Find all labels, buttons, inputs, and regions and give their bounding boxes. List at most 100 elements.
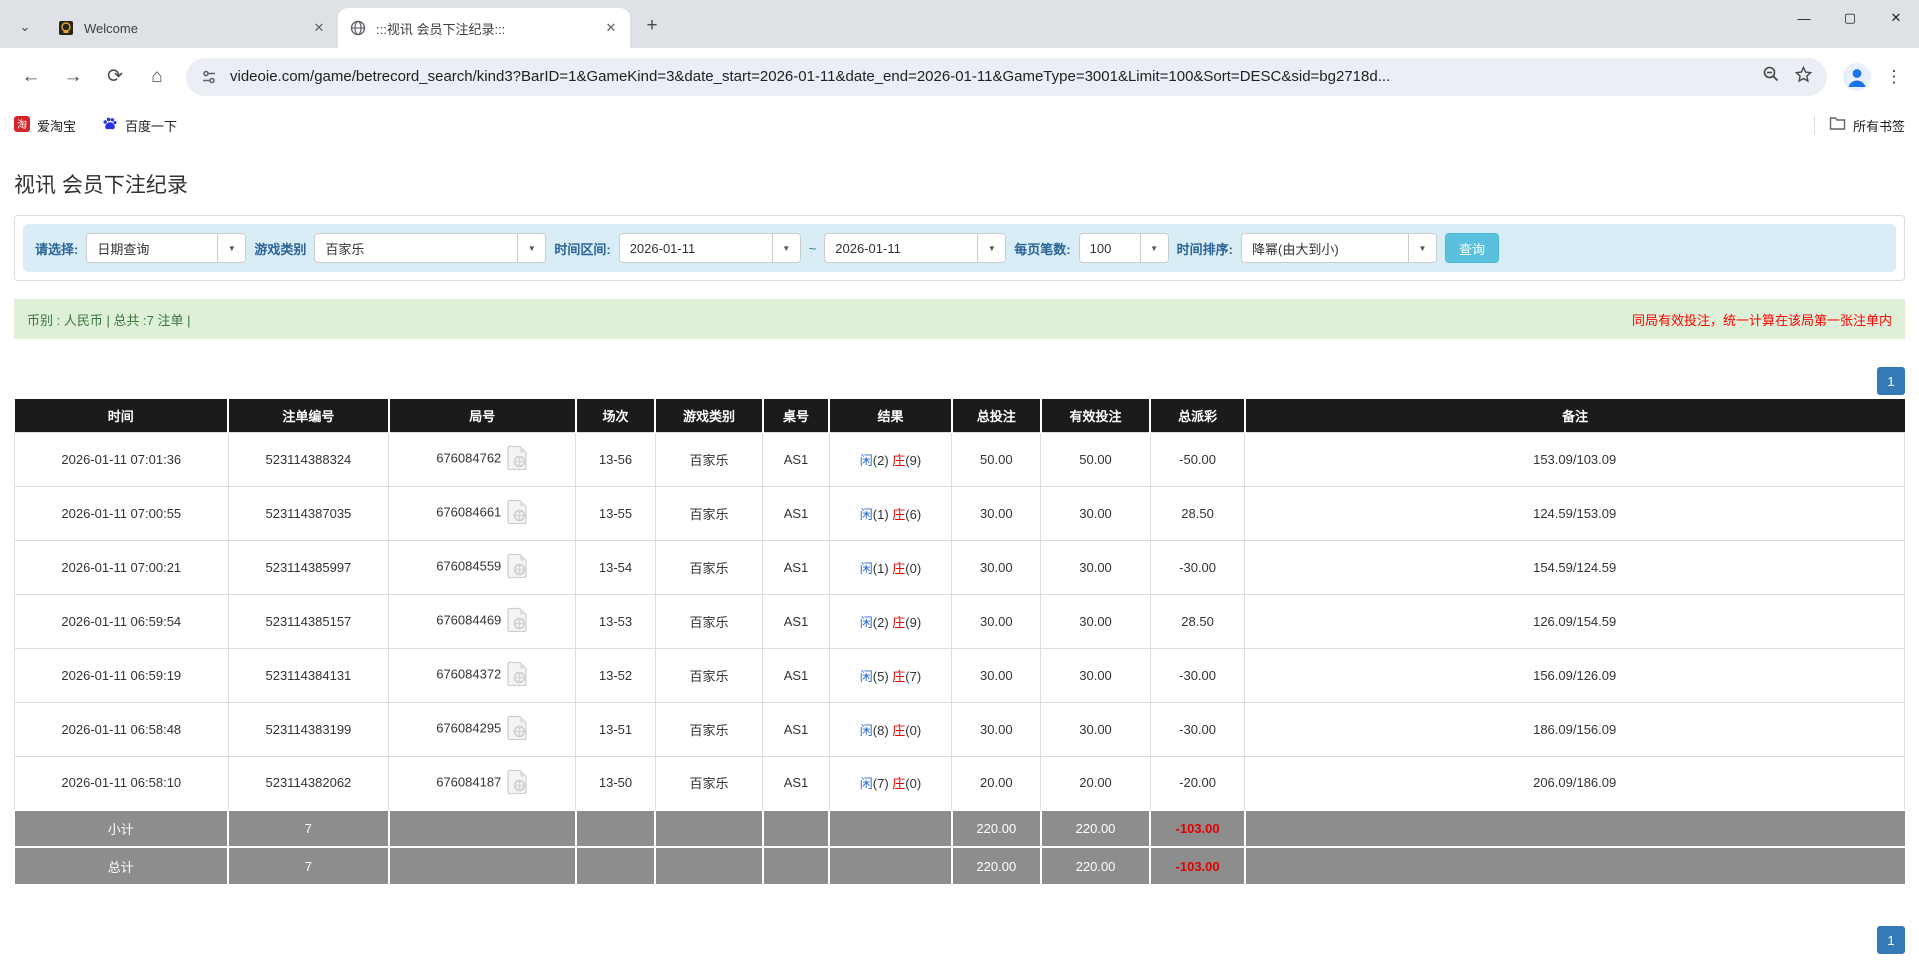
valid-bet-note: 同局有效投注，统一计算在该局第一张注单内 [1631,312,1892,328]
url-bar[interactable]: videoie.com/game/betrecord_search/kind3?… [186,57,1827,96]
page-1-button[interactable]: 1 [1877,926,1905,954]
table-row: 2026-01-11 06:59:54 523114385157 6760844… [14,593,1905,649]
time-sort-select[interactable]: 降幂(由大到小) ▼ [1240,233,1437,263]
cell-valid-bet: 30.00 [1040,647,1151,703]
summary-total-bet: 220.00 [950,846,1041,884]
forward-icon[interactable]: → [56,60,90,94]
cell-total-bet: 30.00 [951,701,1042,757]
cell-session: 13-56 [575,431,656,487]
column-header: 有效投注 [1039,399,1151,432]
cell-payout: -50.00 [1149,431,1246,487]
video-replay-icon[interactable] [507,553,528,581]
video-replay-icon[interactable] [507,499,528,527]
window-minimize-button[interactable]: — [1781,0,1827,36]
column-header: 备注 [1243,399,1905,432]
video-replay-icon[interactable] [507,715,528,743]
bookmark-baidu[interactable]: 百度一下 [102,116,177,135]
chevron-down-icon[interactable]: ▼ [517,234,546,262]
cell-session: 13-55 [575,485,656,541]
date-tilde: ~ [808,240,817,256]
tab-welcome[interactable]: Welcome ✕ [46,8,339,48]
folder-icon [1829,116,1846,134]
cell-result: 闲(2) 庄(9) [828,431,953,487]
video-replay-icon[interactable] [507,661,528,689]
column-header: 时间 [14,399,229,432]
summary-payout: -103.00 [1149,809,1245,847]
bet-record-table: 时间 注单编号 局号 场次 游戏类别 桌号 结果 总投注 有效投注 总派彩 备注 2026-01-1… [14,399,1905,884]
cell-valid-bet: 30.00 [1040,539,1151,595]
query-type-select[interactable]: 日期查询 ▼ [86,233,247,263]
select-type-label: 请选择: [35,241,79,257]
home-icon[interactable]: ⌂ [140,60,174,94]
date-end-select[interactable]: 2026-01-11 ▼ [824,233,1007,263]
window-maximize-button[interactable]: ▢ [1827,0,1873,36]
cell-session: 13-53 [575,593,656,649]
video-replay-icon[interactable] [507,769,528,797]
cell-time: 2026-01-11 06:59:19 [14,647,229,703]
table-summary-row: 总计 7 220.00 220.00 -103.00 [14,846,1905,884]
back-icon[interactable]: ← [14,60,48,94]
video-replay-icon[interactable] [507,607,528,635]
cell-result: 闲(7) 庄(0) [828,755,953,811]
cell-payout: -30.00 [1149,647,1246,703]
cell-round-id: 676084187 [388,755,577,811]
summary-bar: 币别 : 人民币 | 总共 :7 注单 | 同局有效投注，统一计算在该局第一张注… [14,299,1905,339]
bookmark-star-icon[interactable] [1794,65,1813,89]
cell-payout: -30.00 [1149,539,1246,595]
globe-favicon-icon [350,20,366,36]
bookmarks-separator [1813,116,1815,134]
chevron-down-icon[interactable]: ▼ [1407,234,1436,262]
chevron-down-icon[interactable]: ▼ [1139,234,1168,262]
url-text[interactable]: videoie.com/game/betrecord_search/kind3?… [230,68,1752,85]
filter-bar: 请选择: 日期查询 ▼ 游戏类别 百家乐 ▼ 时间区间: 2026-01-11 … [23,224,1896,272]
cell-table-no: AS1 [762,539,830,595]
cell-game-kind: 百家乐 [654,647,764,703]
summary-payout: -103.00 [1149,846,1245,884]
cell-valid-bet: 20.00 [1040,755,1151,811]
date-start-select[interactable]: 2026-01-11 ▼ [618,233,801,263]
cell-bet-id: 523114388324 [227,431,390,487]
chevron-down-icon[interactable]: ▼ [977,234,1006,262]
cell-note: 126.09/154.59 [1244,593,1905,649]
page-content: 视讯 会员下注纪录 请选择: 日期查询 ▼ 游戏类别 百家乐 ▼ 时间区间: 2… [0,145,1919,954]
all-bookmarks-button[interactable]: 所有书签 [1829,116,1905,135]
cell-round-id: 676084559 [388,539,577,595]
tab-close-icon[interactable]: ✕ [310,19,328,37]
tab-title: :::视讯 会员下注纪录::: [376,21,506,37]
cell-total-bet: 30.00 [951,485,1042,541]
page-title: 视讯 会员下注纪录 [14,174,188,197]
cell-total-bet: 30.00 [951,647,1042,703]
cell-table-no: AS1 [762,431,830,487]
bookmark-aitaobao[interactable]: 淘 爱淘宝 [14,115,76,135]
table-row: 2026-01-11 06:59:19 523114384131 6760843… [14,647,1905,703]
cell-bet-id: 523114382062 [227,755,390,811]
chevron-down-icon[interactable]: ▼ [217,234,246,262]
cell-table-no: AS1 [762,593,830,649]
page-1-button[interactable]: 1 [1877,367,1905,395]
zoom-out-icon[interactable] [1762,65,1780,88]
baidu-paw-icon [102,116,118,135]
cell-valid-bet: 30.00 [1040,593,1151,649]
tab-search-button[interactable]: ⌄ [8,10,42,44]
profile-avatar[interactable] [1841,61,1873,93]
cell-time: 2026-01-11 06:59:54 [14,593,229,649]
chevron-down-icon[interactable]: ▼ [771,234,800,262]
video-replay-icon[interactable] [507,445,528,473]
svg-text:淘: 淘 [17,118,27,131]
query-button[interactable]: 查询 [1444,233,1499,263]
tab-betrecord[interactable]: :::视讯 会员下注纪录::: ✕ [338,8,630,48]
per-page-select[interactable]: 100 ▼ [1078,233,1169,263]
window-close-button[interactable]: ✕ [1873,0,1919,36]
cell-round-id: 676084661 [388,485,577,541]
browser-menu-icon[interactable]: ⋮ [1879,62,1909,92]
table-body: 2026-01-11 07:01:36 523114388324 6760847… [14,431,1905,811]
reload-icon[interactable]: ⟳ [98,60,132,94]
new-tab-button[interactable]: + [638,12,666,40]
column-header: 总派彩 [1149,399,1245,432]
summary-count: 7 [227,846,389,884]
summary-count: 7 [227,809,389,847]
game-kind-select[interactable]: 百家乐 ▼ [314,233,547,263]
site-info-icon[interactable] [200,68,218,86]
tab-close-icon[interactable]: ✕ [602,19,620,37]
cell-game-kind: 百家乐 [654,431,764,487]
